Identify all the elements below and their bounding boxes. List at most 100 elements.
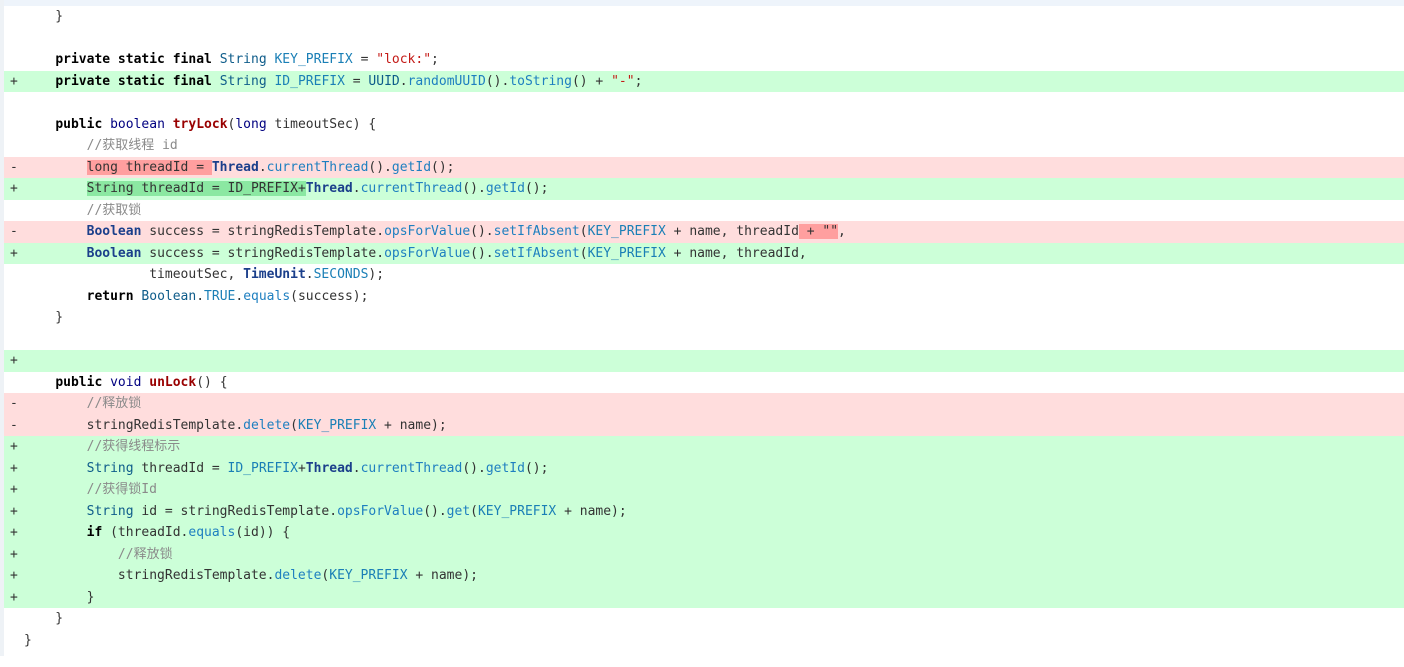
code-token: stringRedisTemplate.: [24, 417, 244, 433]
code-token: .: [399, 73, 408, 89]
diff-line-context: timeoutSec, TimeUnit.SECONDS);: [4, 264, 1404, 286]
diff-line-context: [4, 329, 1404, 351]
diff-line-context: }: [4, 630, 1404, 652]
diff-line-added: +: [4, 350, 1404, 372]
code-token: "lock:": [376, 52, 432, 67]
code-token: threadId =: [133, 460, 228, 476]
code-text: }: [24, 630, 32, 652]
code-text: public void unLock() {: [24, 372, 228, 394]
code-token: () +: [571, 73, 612, 89]
code-token: timeoutSec,: [24, 267, 244, 282]
code-token: .: [258, 159, 267, 175]
code-token: }: [24, 632, 32, 648]
code-token: String threadId = ID_PREFIX+: [86, 181, 306, 196]
code-token: .: [352, 460, 361, 476]
code-text: String threadId = ID_PREFIX+Thread.curre…: [24, 178, 548, 200]
code-token: unLock: [149, 374, 197, 390]
diff-line-added: + //获得线程标示: [4, 436, 1404, 458]
code-token: (: [579, 224, 588, 239]
code-token: + name, threadId: [665, 224, 799, 239]
code-token: }: [24, 589, 95, 605]
code-token: String: [86, 503, 134, 519]
code-token: String: [219, 52, 267, 67]
diff-line-context: public void unLock() {: [4, 372, 1404, 394]
code-token: equals: [188, 525, 236, 540]
code-token: ().: [423, 503, 447, 519]
code-text: private static final String ID_PREFIX = …: [24, 71, 642, 93]
diff-sign: +: [10, 73, 18, 89]
diff-line-context: private static final String KEY_PREFIX =…: [4, 49, 1404, 71]
diff-sign: -: [10, 224, 18, 239]
code-token: get: [446, 503, 471, 519]
code-text: String threadId = ID_PREFIX+Thread.curre…: [24, 458, 549, 480]
code-token: TimeUnit: [243, 267, 306, 282]
code-token: KEY_PREFIX: [587, 224, 666, 239]
code-token: success = stringRedisTemplate.: [141, 224, 385, 239]
code-token: getId: [485, 460, 525, 476]
diff-line-added: + private static final String ID_PREFIX …: [4, 70, 1404, 93]
diff-line-added: + //获得锁Id: [4, 479, 1404, 501]
diff-line-added: + String id = stringRedisTemplate.opsFor…: [4, 500, 1404, 522]
code-token: KEY_PREFIX: [297, 417, 377, 433]
code-token: currentThread: [360, 460, 463, 476]
code-token: tryLock: [172, 116, 228, 132]
diff-sign: +: [10, 568, 18, 583]
diff-sign: +: [10, 482, 18, 497]
code-token: (: [579, 245, 588, 261]
diff-line-context: }: [4, 307, 1404, 329]
code-token: public: [55, 374, 111, 390]
code-token: ().: [462, 181, 486, 196]
diff-line-removed: - long threadId = Thread.currentThread()…: [4, 156, 1404, 178]
code-token: (: [290, 417, 298, 433]
code-text: if (threadId.equals(id)) {: [24, 522, 291, 544]
code-token: opsForValue: [384, 224, 471, 239]
code-token: }: [24, 310, 64, 325]
code-token: ();: [524, 460, 549, 476]
code-token: + name);: [556, 503, 627, 519]
code-token: equals: [243, 288, 291, 304]
code-text: //释放锁: [24, 393, 142, 415]
code-token: Thread: [305, 181, 353, 196]
code-token: .: [352, 181, 361, 196]
code-token: () {: [196, 374, 228, 390]
code-token: + "": [798, 224, 839, 239]
code-token: KEY_PREFIX: [329, 568, 408, 583]
code-token: ();: [524, 181, 549, 196]
code-text: Boolean success = stringRedisTemplate.op…: [24, 243, 807, 265]
code-token: (threadId.: [102, 525, 189, 540]
diff-line-context: public boolean tryLock(long timeoutSec) …: [4, 114, 1404, 136]
code-token: }: [24, 9, 64, 24]
diff-line-context: //获取锁: [4, 200, 1404, 222]
code-token: String: [219, 73, 267, 89]
code-token: delete: [243, 417, 291, 433]
diff-line-context: }: [4, 608, 1404, 630]
code-text: timeoutSec, TimeUnit.SECONDS);: [24, 264, 384, 286]
code-token: }: [24, 611, 64, 626]
code-token: .: [196, 288, 205, 304]
code-token: stringRedisTemplate.: [24, 568, 275, 583]
code-token: =: [352, 52, 377, 67]
code-text: }: [24, 6, 63, 28]
code-token: opsForValue: [337, 503, 424, 519]
code-token: private static final: [55, 73, 220, 89]
code-token: ;: [634, 73, 643, 89]
code-text: //获取线程 id: [24, 135, 178, 157]
code-token: );: [368, 267, 385, 282]
code-token: "-": [611, 73, 635, 89]
code-token: KEY_PREFIX: [587, 245, 666, 261]
code-token: KEY_PREFIX: [274, 52, 353, 67]
code-token: +: [297, 460, 306, 476]
code-token: void: [110, 374, 142, 390]
code-token: private static final: [55, 52, 220, 67]
code-token: =: [344, 73, 369, 89]
code-token: setIfAbsent: [493, 224, 580, 239]
